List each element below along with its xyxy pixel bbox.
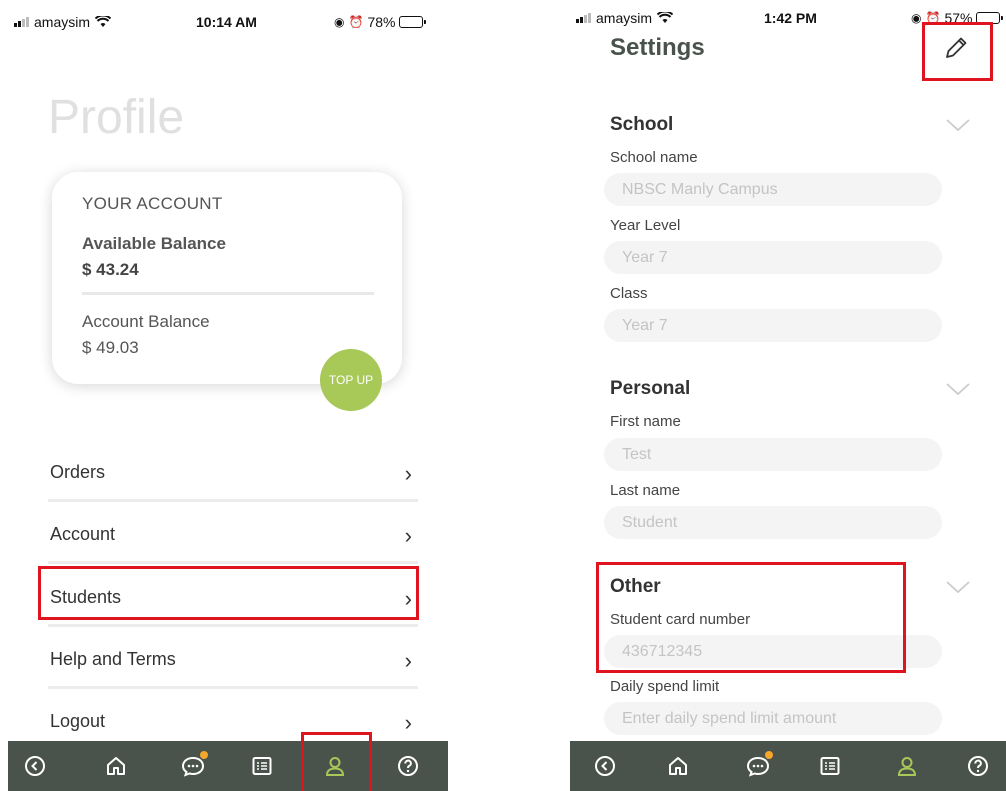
home-icon[interactable] (665, 753, 691, 779)
profile-tab-highlight (301, 732, 372, 791)
year-level-label: Year Level (610, 217, 681, 234)
divider (48, 499, 418, 502)
chevron-right-icon: › (404, 461, 412, 486)
list-icon[interactable] (249, 753, 275, 779)
other-section-highlight (596, 562, 906, 673)
available-balance-value: $ 43.24 (82, 260, 139, 279)
tab-bar (570, 741, 1006, 791)
carrier-name: amaysim (596, 10, 653, 26)
profile-icon[interactable] (894, 753, 920, 779)
carrier-info: amaysim (576, 10, 674, 26)
alarm-icon: ⏰ (348, 15, 364, 29)
class-field[interactable] (604, 309, 942, 342)
chevron-right-icon: › (404, 648, 412, 673)
chat-icon[interactable] (180, 751, 208, 779)
status-time: 10:14 AM (196, 14, 257, 30)
settings-screen: amaysim 1:42 PM ◉ ⏰ 57% Settings School … (570, 0, 1006, 791)
notification-dot (765, 751, 773, 759)
class-label: Class (610, 285, 648, 302)
first-name-label: First name (610, 413, 681, 430)
menu-item-help-and-terms[interactable]: Help and Terms › (48, 645, 418, 689)
school-name-field[interactable] (604, 173, 942, 206)
signal-icon (576, 13, 591, 23)
menu-item-orders[interactable]: Orders › (48, 458, 418, 502)
chevron-down-icon[interactable] (945, 382, 971, 396)
back-icon[interactable] (592, 753, 618, 779)
menu-item-label: Logout (50, 711, 106, 731)
back-icon[interactable] (22, 753, 48, 779)
page-title: Profile (48, 91, 185, 144)
chevron-right-icon: › (404, 710, 412, 735)
section-personal-heading: Personal (610, 378, 691, 399)
account-balance-label: Account Balance (82, 312, 210, 331)
home-icon[interactable] (103, 753, 129, 779)
status-time: 1:42 PM (764, 10, 817, 26)
wifi-icon (657, 12, 674, 23)
menu-item-label: Help and Terms (50, 649, 176, 669)
list-icon[interactable] (817, 753, 843, 779)
orientation-lock-icon: ◉ (334, 15, 345, 29)
signal-icon (14, 17, 29, 27)
carrier-info: amaysim (14, 14, 112, 30)
section-school-heading: School (610, 114, 674, 135)
orientation-lock-icon: ◉ (911, 11, 922, 25)
edit-highlight (922, 22, 993, 81)
daily-spend-limit-field[interactable] (604, 702, 942, 735)
chevron-down-icon[interactable] (945, 118, 971, 132)
chevron-down-icon[interactable] (945, 580, 971, 594)
wifi-icon (95, 16, 112, 27)
divider (48, 686, 418, 689)
account-heading: YOUR ACCOUNT (82, 194, 223, 213)
available-balance-label: Available Balance (82, 234, 226, 253)
students-highlight (38, 566, 419, 620)
menu-item-label: Account (50, 524, 116, 544)
first-name-field[interactable] (604, 438, 942, 471)
menu-item-account[interactable]: Account › (48, 520, 418, 564)
help-icon[interactable] (395, 753, 421, 779)
last-name-field[interactable] (604, 506, 942, 539)
status-bar: amaysim 10:14 AM ◉ ⏰ 78% (8, 0, 448, 40)
profile-screen: amaysim 10:14 AM ◉ ⏰ 78% Profile YOUR AC… (8, 0, 448, 791)
status-right: ◉ ⏰ 78% (334, 14, 427, 30)
carrier-name: amaysim (34, 14, 91, 30)
school-name-label: School name (610, 149, 698, 166)
notification-dot (200, 751, 208, 759)
page-title: Settings (610, 34, 705, 61)
chat-icon[interactable] (745, 751, 773, 779)
divider (48, 624, 418, 627)
divider (48, 561, 418, 564)
chevron-right-icon: › (404, 523, 412, 548)
daily-spend-limit-label: Daily spend limit (610, 678, 720, 695)
help-icon[interactable] (965, 753, 991, 779)
battery-percent: 78% (367, 14, 396, 30)
top-up-button[interactable]: TOP UP (320, 349, 382, 411)
account-balance-value: $ 49.03 (82, 338, 139, 357)
card-divider (82, 292, 374, 295)
last-name-label: Last name (610, 482, 681, 499)
menu-item-label: Orders (50, 462, 106, 482)
year-level-field[interactable] (604, 241, 942, 274)
battery-icon (399, 16, 427, 28)
tab-bar (8, 741, 448, 791)
